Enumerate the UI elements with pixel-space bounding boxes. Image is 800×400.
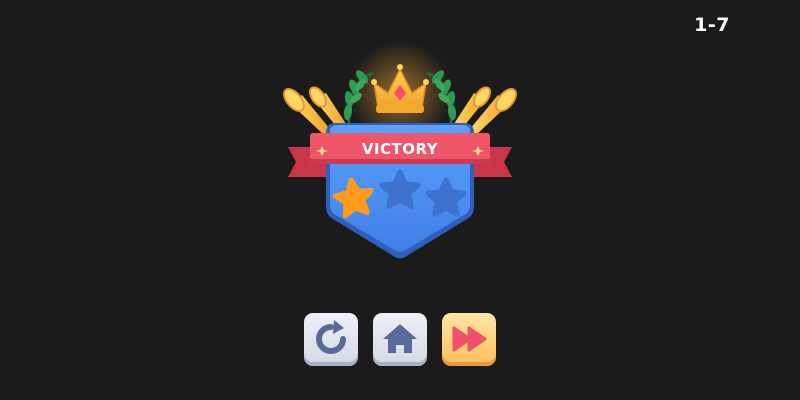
level-indicator: 1-7 [694, 14, 730, 36]
home-icon [383, 324, 417, 353]
replay-icon [316, 320, 346, 354]
home-button[interactable] [373, 313, 427, 366]
victory-screen: 1-7 VICTORY [0, 0, 800, 400]
victory-badge: VICTORY [283, 41, 517, 259]
replay-button[interactable] [304, 313, 358, 366]
fast-forward-icon [452, 326, 487, 352]
next-level-button[interactable] [442, 313, 496, 366]
victory-title: VICTORY [362, 140, 439, 158]
